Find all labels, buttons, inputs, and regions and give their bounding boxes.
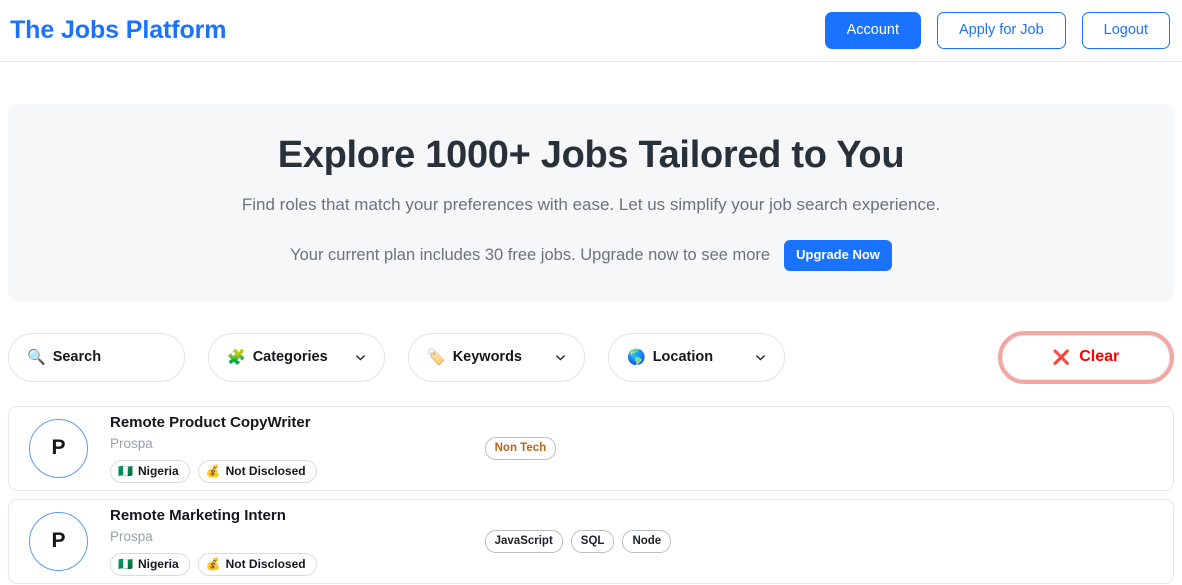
- filter-bar: 🔍 Search 🧩 Categories 🏷️ Keywords 🌎 Loca…: [8, 330, 1174, 384]
- chevron-down-icon: [356, 354, 365, 361]
- tag-icon: 🏷️: [427, 348, 446, 366]
- categories-label: Categories: [252, 349, 328, 366]
- search-input[interactable]: 🔍 Search: [8, 332, 185, 382]
- chevron-down-icon: [556, 354, 565, 361]
- job-company: Prospa: [110, 435, 153, 451]
- money-bag-icon: 💰: [205, 464, 221, 479]
- logout-button[interactable]: Logout: [1081, 12, 1170, 49]
- globe-icon: 🌎: [627, 348, 646, 366]
- job-tag[interactable]: SQL: [570, 529, 615, 553]
- keywords-dropdown[interactable]: 🏷️ Keywords: [408, 332, 585, 382]
- avatar: P: [29, 511, 88, 571]
- keywords-label: Keywords: [452, 349, 522, 366]
- job-details: Remote Product CopyWriter Prospa 🇳🇬 Nige…: [110, 413, 317, 484]
- job-tag[interactable]: Node: [622, 529, 672, 553]
- job-meta-row: 🇳🇬 Nigeria 💰 Not Disclosed: [110, 459, 317, 484]
- job-company: Prospa: [110, 528, 153, 544]
- job-title: Remote Product CopyWriter: [110, 414, 311, 432]
- job-location-chip: 🇳🇬 Nigeria: [110, 459, 190, 484]
- puzzle-icon: 🧩: [227, 348, 246, 366]
- clear-filters-button[interactable]: ❌ Clear: [1002, 334, 1170, 380]
- job-meta-row: 🇳🇬 Nigeria 💰 Not Disclosed: [110, 552, 317, 577]
- site-header: The Jobs Platform Account Apply for Job …: [0, 0, 1182, 62]
- flag-icon: 🇳🇬: [118, 464, 133, 479]
- money-bag-icon: 💰: [205, 557, 221, 572]
- job-tag[interactable]: Non Tech: [484, 436, 557, 460]
- job-details: Remote Marketing Intern Prospa 🇳🇬 Nigeri…: [110, 506, 317, 577]
- header-actions: Account Apply for Job Logout: [824, 12, 1170, 49]
- apply-for-job-button[interactable]: Apply for Job: [937, 12, 1066, 49]
- page-title: Explore 1000+ Jobs Tailored to You: [277, 134, 905, 176]
- job-location-chip: 🇳🇬 Nigeria: [110, 552, 190, 577]
- job-location-label: Nigeria: [137, 463, 179, 478]
- job-list: P Remote Product CopyWriter Prospa 🇳🇬 Ni…: [8, 405, 1174, 584]
- location-label: Location: [652, 349, 714, 366]
- job-card[interactable]: P Remote Product CopyWriter Prospa 🇳🇬 Ni…: [8, 405, 1174, 491]
- account-button[interactable]: Account: [824, 12, 921, 49]
- clear-filters-focus-ring: ❌ Clear: [998, 330, 1174, 384]
- job-tag[interactable]: JavaScript: [484, 529, 563, 553]
- job-location-label: Nigeria: [137, 556, 179, 571]
- location-dropdown[interactable]: 🌎 Location: [608, 332, 785, 382]
- avatar: P: [29, 418, 88, 478]
- brand-logo[interactable]: The Jobs Platform: [10, 16, 227, 45]
- flag-icon: 🇳🇬: [118, 557, 133, 572]
- plan-status-text: Your current plan includes 30 free jobs.…: [290, 246, 771, 265]
- close-x-icon: ❌: [1052, 349, 1071, 366]
- job-salary-chip: 💰 Not Disclosed: [197, 459, 317, 484]
- job-tags: JavaScript SQL Node: [484, 529, 672, 553]
- clear-label: Clear: [1079, 348, 1120, 366]
- plan-upgrade-row: Your current plan includes 30 free jobs.…: [28, 240, 1154, 271]
- job-salary-label: Not Disclosed: [225, 556, 306, 571]
- upgrade-now-button[interactable]: Upgrade Now: [784, 240, 892, 271]
- categories-dropdown[interactable]: 🧩 Categories: [208, 332, 385, 382]
- job-tags: Non Tech: [484, 436, 557, 460]
- search-label: Search: [52, 349, 102, 366]
- chevron-down-icon: [756, 354, 765, 361]
- search-icon: 🔍: [27, 348, 46, 366]
- job-title: Remote Marketing Intern: [110, 507, 286, 525]
- job-salary-chip: 💰 Not Disclosed: [197, 552, 317, 577]
- hero-banner: Explore 1000+ Jobs Tailored to You Find …: [8, 104, 1174, 301]
- hero-subtitle: Find roles that match your preferences w…: [241, 194, 941, 214]
- job-salary-label: Not Disclosed: [225, 463, 306, 478]
- job-card[interactable]: P Remote Marketing Intern Prospa 🇳🇬 Nige…: [8, 498, 1174, 584]
